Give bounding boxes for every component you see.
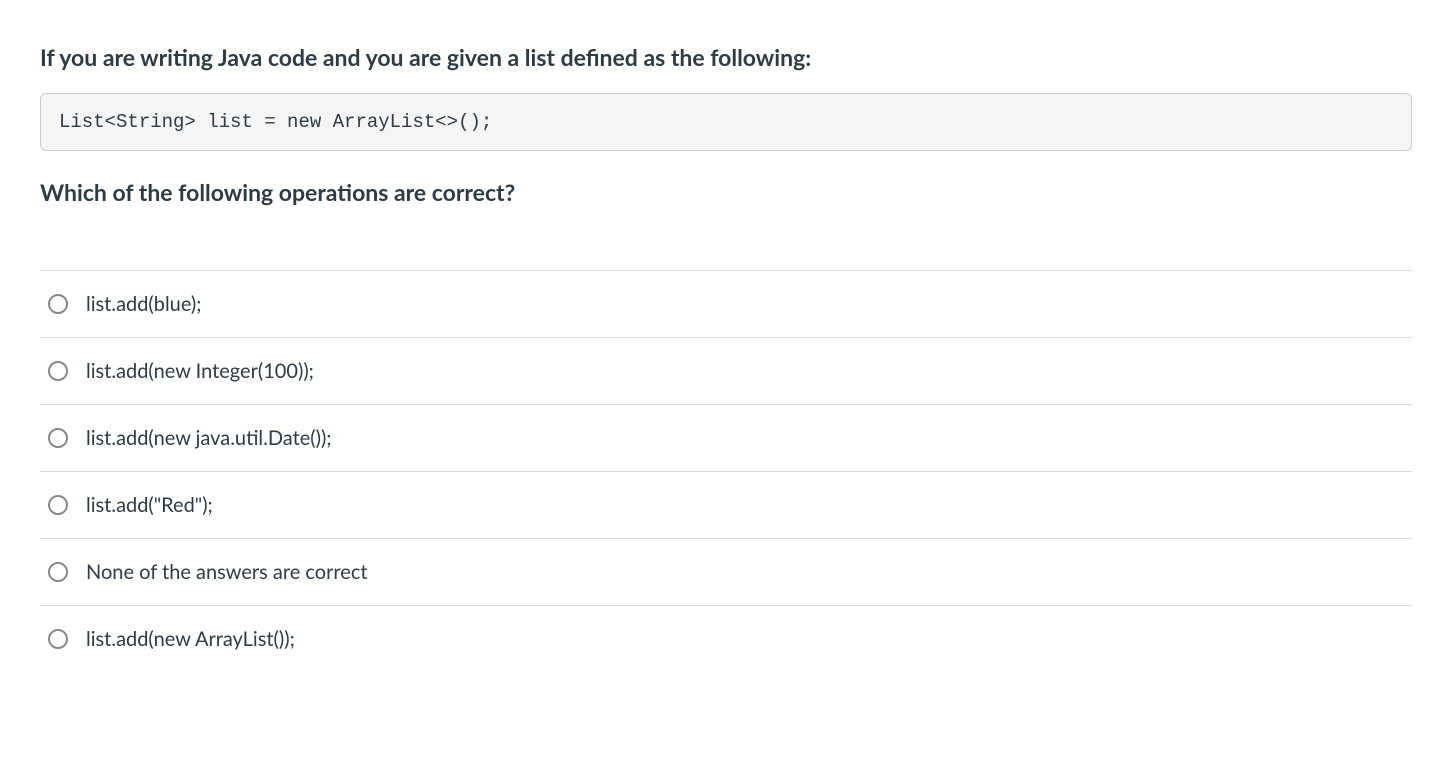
option-row[interactable]: list.add(blue); <box>40 271 1412 338</box>
question-heading: If you are writing Java code and you are… <box>40 40 1412 75</box>
code-block: List<String> list = new ArrayList<>(); <box>40 93 1412 152</box>
radio-icon[interactable] <box>48 562 68 582</box>
option-row[interactable]: list.add(new ArrayList()); <box>40 606 1412 672</box>
option-row[interactable]: list.add("Red"); <box>40 472 1412 539</box>
option-label: list.add(new Integer(100)); <box>86 356 314 386</box>
radio-icon[interactable] <box>48 428 68 448</box>
radio-icon[interactable] <box>48 495 68 515</box>
option-row[interactable]: None of the answers are correct <box>40 539 1412 606</box>
option-row[interactable]: list.add(new Integer(100)); <box>40 338 1412 405</box>
option-label: list.add(blue); <box>86 289 202 319</box>
radio-icon[interactable] <box>48 629 68 649</box>
options-list: list.add(blue); list.add(new Integer(100… <box>40 270 1412 672</box>
radio-icon[interactable] <box>48 294 68 314</box>
question-sub-heading: Which of the following operations are co… <box>40 175 1412 210</box>
option-label: list.add(new ArrayList()); <box>86 624 295 654</box>
option-label: None of the answers are correct <box>86 557 368 587</box>
question-container: If you are writing Java code and you are… <box>40 40 1412 672</box>
option-label: list.add("Red"); <box>86 490 213 520</box>
radio-icon[interactable] <box>48 361 68 381</box>
option-row[interactable]: list.add(new java.util.Date()); <box>40 405 1412 472</box>
option-label: list.add(new java.util.Date()); <box>86 423 332 453</box>
